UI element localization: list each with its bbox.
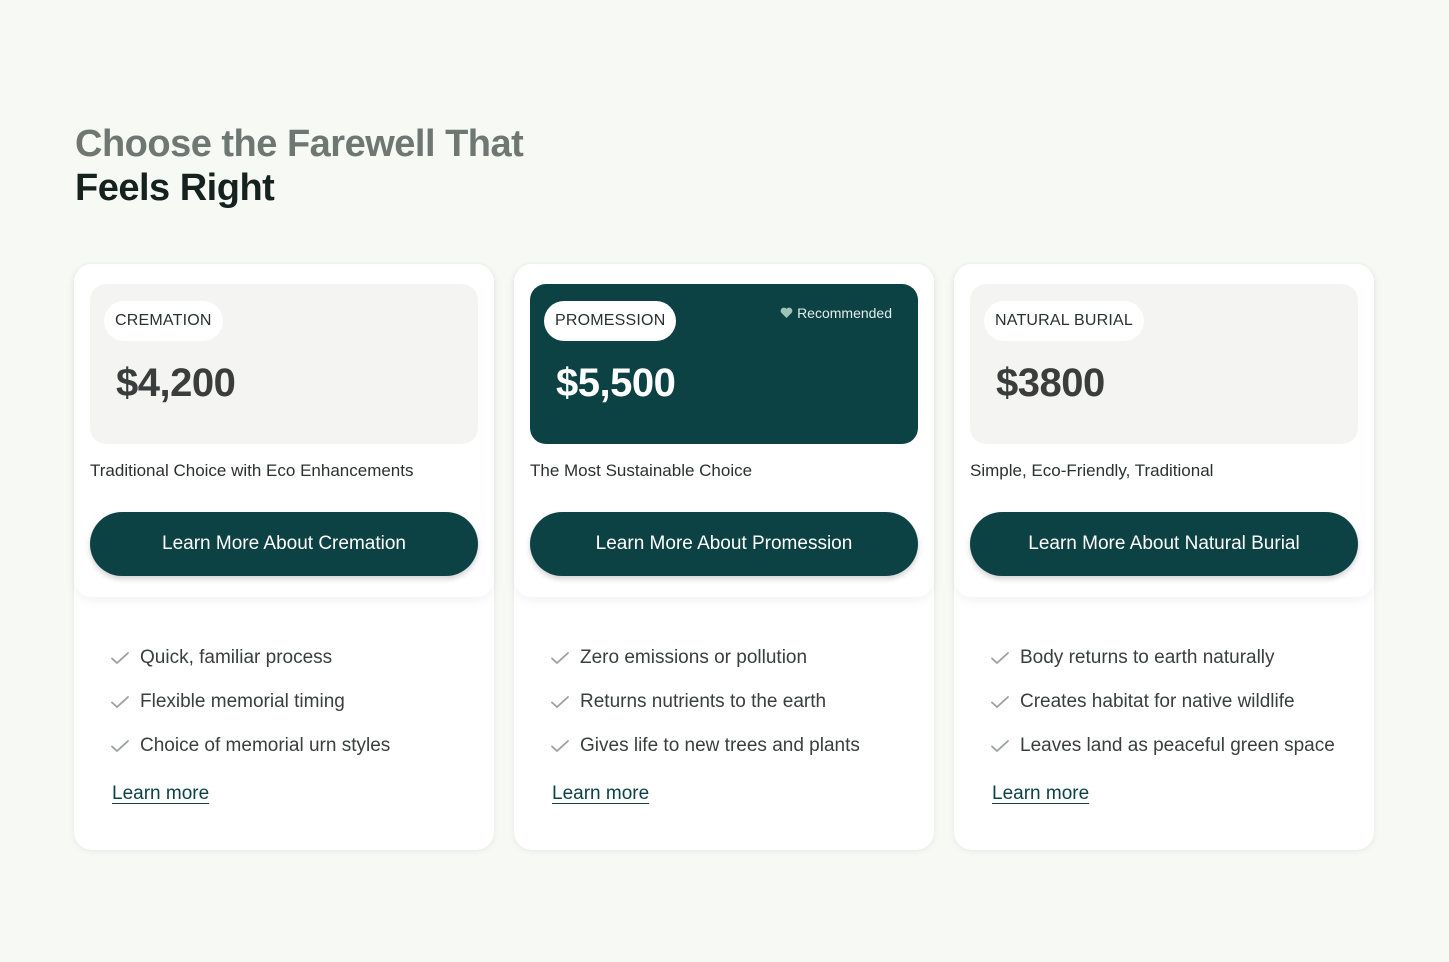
feature-item: Leaves land as peaceful green space bbox=[990, 724, 1335, 768]
check-icon bbox=[991, 740, 1009, 752]
card-promession: PROMESSION Recommended $5,500 The Most S… bbox=[514, 264, 934, 850]
check-icon bbox=[111, 652, 129, 664]
card-subtitle: Simple, Eco-Friendly, Traditional bbox=[970, 461, 1214, 480]
price-box: NATURAL BURIAL $3800 bbox=[970, 284, 1358, 444]
heart-icon bbox=[780, 307, 793, 318]
feature-item: Gives life to new trees and plants bbox=[550, 724, 860, 768]
service-tag: CREMATION bbox=[104, 301, 223, 341]
check-icon bbox=[111, 696, 129, 708]
feature-text: Zero emissions or pollution bbox=[580, 647, 808, 668]
heading-line-1: Choose the Farewell That bbox=[75, 123, 524, 165]
card-cremation: CREMATION $4,200 Traditional Choice with… bbox=[74, 264, 494, 850]
learn-more-natural-burial-button[interactable]: Learn More About Natural Burial bbox=[970, 512, 1358, 576]
card-header: CREMATION $4,200 Traditional Choice with… bbox=[74, 264, 494, 597]
feature-item: Quick, familiar process bbox=[110, 636, 390, 680]
feature-item: Choice of memorial urn styles bbox=[110, 724, 390, 768]
price: $3800 bbox=[996, 361, 1105, 405]
feature-item: Creates habitat for native wildlife bbox=[990, 680, 1335, 724]
price-box: CREMATION $4,200 bbox=[90, 284, 478, 444]
feature-text: Leaves land as peaceful green space bbox=[1020, 735, 1335, 756]
card-header: PROMESSION Recommended $5,500 The Most S… bbox=[514, 264, 934, 597]
learn-more-promession-button[interactable]: Learn More About Promession bbox=[530, 512, 918, 576]
price: $5,500 bbox=[556, 361, 676, 405]
check-icon bbox=[551, 696, 569, 708]
learn-more-link[interactable]: Learn more bbox=[552, 782, 649, 806]
feature-text: Body returns to earth naturally bbox=[1020, 647, 1275, 668]
price: $4,200 bbox=[116, 361, 236, 405]
check-icon bbox=[551, 740, 569, 752]
recommended-label: Recommended bbox=[797, 305, 892, 321]
feature-text: Flexible memorial timing bbox=[140, 691, 345, 712]
recommended-badge: Recommended bbox=[780, 304, 892, 322]
pricing-page: Choose the Farewell That Feels Right CRE… bbox=[0, 0, 1449, 962]
check-icon bbox=[111, 740, 129, 752]
check-icon bbox=[991, 652, 1009, 664]
feature-item: Returns nutrients to the earth bbox=[550, 680, 860, 724]
feature-list: Zero emissions or pollution Returns nutr… bbox=[550, 636, 860, 768]
feature-text: Returns nutrients to the earth bbox=[580, 691, 827, 712]
learn-more-link[interactable]: Learn more bbox=[112, 782, 209, 806]
feature-text: Creates habitat for native wildlife bbox=[1020, 691, 1295, 712]
feature-list: Quick, familiar process Flexible memoria… bbox=[110, 636, 390, 768]
feature-item: Flexible memorial timing bbox=[110, 680, 390, 724]
feature-item: Zero emissions or pollution bbox=[550, 636, 860, 680]
learn-more-cremation-button[interactable]: Learn More About Cremation bbox=[90, 512, 478, 576]
heading-line-2: Feels Right bbox=[75, 167, 275, 209]
section-heading: Choose the Farewell That Feels Right bbox=[75, 122, 524, 210]
service-tag: NATURAL BURIAL bbox=[984, 301, 1144, 341]
feature-text: Gives life to new trees and plants bbox=[580, 735, 860, 756]
feature-item: Body returns to earth naturally bbox=[990, 636, 1335, 680]
feature-list: Body returns to earth naturally Creates … bbox=[990, 636, 1335, 768]
service-tag: PROMESSION bbox=[544, 301, 677, 341]
check-icon bbox=[991, 696, 1009, 708]
card-header: NATURAL BURIAL $3800 Simple, Eco-Friendl… bbox=[954, 264, 1374, 597]
card-subtitle: Traditional Choice with Eco Enhancements bbox=[90, 461, 414, 480]
card-natural-burial: NATURAL BURIAL $3800 Simple, Eco-Friendl… bbox=[954, 264, 1374, 850]
learn-more-link[interactable]: Learn more bbox=[992, 782, 1089, 806]
check-icon bbox=[551, 652, 569, 664]
card-subtitle: The Most Sustainable Choice bbox=[530, 461, 753, 480]
feature-text: Choice of memorial urn styles bbox=[140, 735, 391, 756]
price-box: PROMESSION Recommended $5,500 bbox=[530, 284, 918, 444]
feature-text: Quick, familiar process bbox=[140, 647, 333, 668]
